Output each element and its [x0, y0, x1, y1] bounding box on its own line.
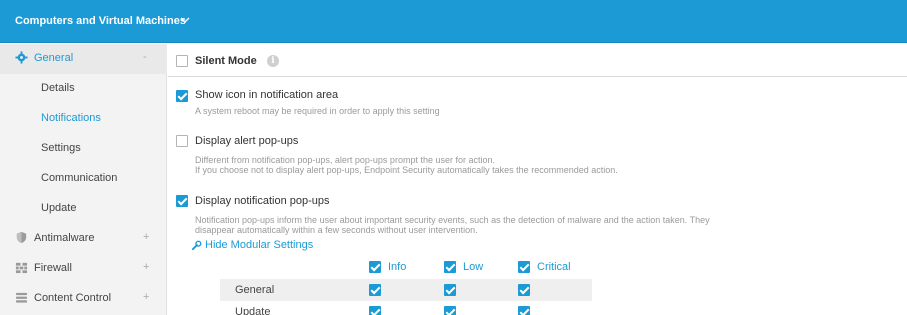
notification-popups-checkbox[interactable] [176, 195, 188, 207]
silent-mode-label: Silent Mode [195, 55, 257, 67]
info-column-label: Info [388, 261, 407, 273]
content-control-icon [15, 292, 28, 303]
sidebar-item-label: Firewall [34, 262, 72, 274]
update-critical-checkbox[interactable] [518, 306, 530, 315]
expand-toggle[interactable]: + [143, 231, 149, 243]
sidebar-item-label: Communication [41, 172, 118, 184]
expand-toggle[interactable]: + [143, 291, 149, 303]
top-bar: Computers and Virtual Machines [0, 0, 907, 43]
expand-toggle[interactable]: + [143, 261, 149, 273]
shield-icon [16, 231, 27, 244]
low-column-label: Low [463, 261, 484, 273]
firewall-icon [15, 262, 28, 274]
main-panel: Silent Mode i Show icon in notification … [168, 44, 907, 315]
notification-popups-label: Display notification pop-ups [195, 195, 330, 207]
sidebar-item-settings[interactable]: Settings [0, 134, 167, 164]
sidebar-item-content-control[interactable]: Content Control + [0, 284, 167, 314]
sidebar-item-label: Settings [41, 142, 81, 154]
alert-popups-label: Display alert pop-ups [195, 135, 299, 147]
low-column-checkbox[interactable] [444, 261, 456, 273]
collapse-toggle[interactable]: - [143, 51, 147, 63]
general-critical-checkbox[interactable] [518, 284, 530, 296]
update-low-checkbox[interactable] [444, 306, 456, 315]
table-row: General [220, 279, 592, 301]
critical-column-label: Critical [537, 261, 571, 273]
general-info-checkbox[interactable] [369, 284, 381, 296]
sidebar-item-notifications[interactable]: Notifications [0, 104, 167, 134]
sidebar-item-label: Antimalware [34, 232, 95, 244]
sidebar-item-label: General [34, 52, 74, 64]
gear-icon [15, 51, 28, 64]
show-icon-label: Show icon in notification area [195, 89, 339, 101]
notification-popups-description-2: disappear automatically within a few sec… [195, 225, 478, 235]
sidebar-item-general[interactable]: General - [0, 44, 167, 74]
sidebar-item-label: Details [41, 82, 75, 94]
alert-popups-checkbox[interactable] [176, 135, 188, 147]
info-icon[interactable]: i [267, 55, 279, 67]
show-icon-checkbox[interactable] [176, 90, 188, 102]
info-column-checkbox[interactable] [369, 261, 381, 273]
sidebar-item-label: Notifications [41, 112, 101, 124]
show-icon-description: A system reboot may be required in order… [195, 106, 440, 116]
silent-mode-row: Silent Mode i [168, 44, 907, 77]
sidebar-item-update[interactable]: Update [0, 194, 167, 224]
sidebar: General - Details Notifications Settings… [0, 44, 167, 315]
wrench-icon [191, 240, 202, 251]
alert-popups-description-2: If you choose not to display alert pop-u… [195, 165, 618, 175]
hide-modular-settings-link[interactable]: Hide Modular Settings [205, 239, 313, 251]
table-row: Update [220, 301, 592, 315]
silent-mode-checkbox[interactable] [176, 55, 188, 67]
row-name: Update [235, 306, 271, 315]
sidebar-item-label: Content Control [34, 292, 112, 304]
sidebar-item-communication[interactable]: Communication [0, 164, 167, 194]
critical-column-checkbox[interactable] [518, 261, 530, 273]
sidebar-item-antimalware[interactable]: Antimalware + [0, 224, 167, 254]
page-title[interactable]: Computers and Virtual Machines [15, 15, 186, 27]
sidebar-item-details[interactable]: Details [0, 74, 167, 104]
chevron-down-icon[interactable] [178, 13, 192, 27]
update-info-checkbox[interactable] [369, 306, 381, 315]
sidebar-item-label: Update [41, 202, 77, 214]
sidebar-item-firewall[interactable]: Firewall + [0, 254, 167, 284]
general-low-checkbox[interactable] [444, 284, 456, 296]
row-name: General [235, 284, 275, 296]
